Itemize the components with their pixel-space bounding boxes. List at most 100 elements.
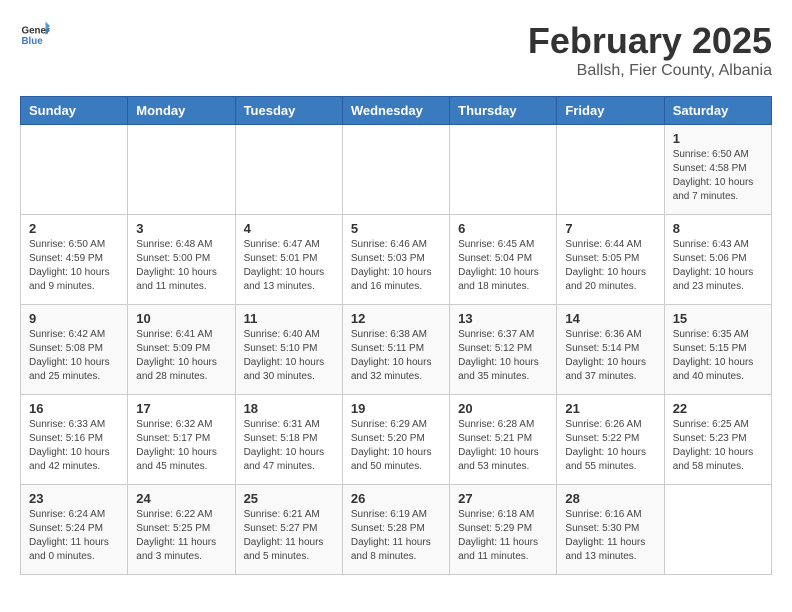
day-info: Sunrise: 6:28 AM Sunset: 5:21 PM Dayligh… [458, 418, 548, 474]
table-row [557, 125, 664, 215]
day-info: Sunrise: 6:18 AM Sunset: 5:29 PM Dayligh… [458, 508, 548, 564]
logo: General Blue [20, 20, 50, 50]
calendar-table: Sunday Monday Tuesday Wednesday Thursday… [20, 96, 772, 575]
day-number: 27 [458, 491, 548, 506]
header-monday: Monday [128, 97, 235, 125]
table-row [450, 125, 557, 215]
day-number: 26 [351, 491, 441, 506]
table-row [128, 125, 235, 215]
weekday-header-row: Sunday Monday Tuesday Wednesday Thursday… [21, 97, 772, 125]
day-info: Sunrise: 6:22 AM Sunset: 5:25 PM Dayligh… [136, 508, 226, 564]
day-info: Sunrise: 6:40 AM Sunset: 5:10 PM Dayligh… [244, 328, 334, 384]
table-row: 8Sunrise: 6:43 AM Sunset: 5:06 PM Daylig… [664, 215, 771, 305]
day-number: 16 [29, 401, 119, 416]
day-number: 28 [565, 491, 655, 506]
header-thursday: Thursday [450, 97, 557, 125]
table-row: 21 Sunrise: 6:26 AM Sunset: 5:22 PM Dayli… [557, 395, 664, 485]
week-row-4: 23Sunrise: 6:24 AM Sunset: 5:24 PM Dayli… [21, 485, 772, 575]
week-row-0: 1 Sunrise: 6:50 AM Sunset: 4:58 PM Daylig… [21, 125, 772, 215]
calendar-subtitle: Ballsh, Fier County, Albania [528, 62, 772, 80]
day-number: 19 [351, 401, 441, 416]
day-number: 20 [458, 401, 548, 416]
day-info: Sunrise: 6:32 AM Sunset: 5:17 PM Dayligh… [136, 418, 226, 474]
day-info: Sunrise: 6:47 AM Sunset: 5:01 PM Dayligh… [244, 238, 334, 294]
table-row: 17 Sunrise: 6:32 AM Sunset: 5:17 PM Dayli… [128, 395, 235, 485]
header-friday: Friday [557, 97, 664, 125]
table-row: 7 Sunrise: 6:44 AM Sunset: 5:05 PM Daylig… [557, 215, 664, 305]
table-row: 15 Sunrise: 6:35 AM Sunset: 5:15 PM Dayli… [664, 305, 771, 395]
day-info: Sunrise: 6:50 AM Sunset: 4:59 PM Dayligh… [29, 238, 119, 294]
day-number: 10 [136, 311, 226, 326]
table-row [342, 125, 449, 215]
day-info: Sunrise: 6:41 AM Sunset: 5:09 PM Dayligh… [136, 328, 226, 384]
day-info: Sunrise: 6:29 AM Sunset: 5:20 PM Dayligh… [351, 418, 441, 474]
table-row: 24 Sunrise: 6:22 AM Sunset: 5:25 PM Dayli… [128, 485, 235, 575]
page-header: General Blue February 2025 Ballsh, Fier … [20, 20, 772, 80]
day-info: Sunrise: 6:36 AM Sunset: 5:14 PM Dayligh… [565, 328, 655, 384]
day-number: 25 [244, 491, 334, 506]
day-number: 4 [244, 221, 334, 236]
day-number: 21 [565, 401, 655, 416]
day-number: 17 [136, 401, 226, 416]
header-wednesday: Wednesday [342, 97, 449, 125]
day-number: 15 [673, 311, 763, 326]
svg-text:Blue: Blue [22, 36, 44, 47]
day-info: Sunrise: 6:50 AM Sunset: 4:58 PM Dayligh… [673, 148, 763, 204]
day-info: Sunrise: 6:26 AM Sunset: 5:22 PM Dayligh… [565, 418, 655, 474]
day-number: 3 [136, 221, 226, 236]
table-row: 2 Sunrise: 6:50 AM Sunset: 4:59 PM Daylig… [21, 215, 128, 305]
day-number: 2 [29, 221, 119, 236]
week-row-2: 9Sunrise: 6:42 AM Sunset: 5:08 PM Daylig… [21, 305, 772, 395]
table-row: 27 Sunrise: 6:18 AM Sunset: 5:29 PM Dayli… [450, 485, 557, 575]
day-info: Sunrise: 6:46 AM Sunset: 5:03 PM Dayligh… [351, 238, 441, 294]
day-number: 13 [458, 311, 548, 326]
day-info: Sunrise: 6:21 AM Sunset: 5:27 PM Dayligh… [244, 508, 334, 564]
table-row: 4 Sunrise: 6:47 AM Sunset: 5:01 PM Daylig… [235, 215, 342, 305]
table-row: 13 Sunrise: 6:37 AM Sunset: 5:12 PM Dayli… [450, 305, 557, 395]
header-tuesday: Tuesday [235, 97, 342, 125]
day-info: Sunrise: 6:19 AM Sunset: 5:28 PM Dayligh… [351, 508, 441, 564]
day-number: 14 [565, 311, 655, 326]
day-info: Sunrise: 6:44 AM Sunset: 5:05 PM Dayligh… [565, 238, 655, 294]
week-row-3: 16 Sunrise: 6:33 AM Sunset: 5:16 PM Dayli… [21, 395, 772, 485]
day-number: 7 [565, 221, 655, 236]
day-info: Sunrise: 6:16 AM Sunset: 5:30 PM Dayligh… [565, 508, 655, 564]
day-number: 24 [136, 491, 226, 506]
table-row [21, 125, 128, 215]
table-row: 5Sunrise: 6:46 AM Sunset: 5:03 PM Daylig… [342, 215, 449, 305]
table-row: 26 Sunrise: 6:19 AM Sunset: 5:28 PM Dayli… [342, 485, 449, 575]
day-info: Sunrise: 6:31 AM Sunset: 5:18 PM Dayligh… [244, 418, 334, 474]
day-number: 22 [673, 401, 763, 416]
week-row-1: 2 Sunrise: 6:50 AM Sunset: 4:59 PM Daylig… [21, 215, 772, 305]
table-row [664, 485, 771, 575]
table-row: 9Sunrise: 6:42 AM Sunset: 5:08 PM Daylig… [21, 305, 128, 395]
table-row: 14 Sunrise: 6:36 AM Sunset: 5:14 PM Dayli… [557, 305, 664, 395]
day-info: Sunrise: 6:25 AM Sunset: 5:23 PM Dayligh… [673, 418, 763, 474]
day-info: Sunrise: 6:33 AM Sunset: 5:16 PM Dayligh… [29, 418, 119, 474]
table-row: 23Sunrise: 6:24 AM Sunset: 5:24 PM Dayli… [21, 485, 128, 575]
day-info: Sunrise: 6:38 AM Sunset: 5:11 PM Dayligh… [351, 328, 441, 384]
day-number: 6 [458, 221, 548, 236]
day-info: Sunrise: 6:42 AM Sunset: 5:08 PM Dayligh… [29, 328, 119, 384]
table-row: 1 Sunrise: 6:50 AM Sunset: 4:58 PM Daylig… [664, 125, 771, 215]
table-row: 19 Sunrise: 6:29 AM Sunset: 5:20 PM Dayli… [342, 395, 449, 485]
table-row: 11 Sunrise: 6:40 AM Sunset: 5:10 PM Dayli… [235, 305, 342, 395]
table-row: 28 Sunrise: 6:16 AM Sunset: 5:30 PM Dayli… [557, 485, 664, 575]
day-number: 12 [351, 311, 441, 326]
table-row: 16 Sunrise: 6:33 AM Sunset: 5:16 PM Dayli… [21, 395, 128, 485]
day-info: Sunrise: 6:35 AM Sunset: 5:15 PM Dayligh… [673, 328, 763, 384]
title-section: February 2025 Ballsh, Fier County, Alban… [528, 20, 772, 80]
day-number: 23 [29, 491, 119, 506]
day-info: Sunrise: 6:37 AM Sunset: 5:12 PM Dayligh… [458, 328, 548, 384]
day-number: 11 [244, 311, 334, 326]
logo-icon: General Blue [20, 20, 50, 50]
calendar-title: February 2025 [528, 20, 772, 62]
day-info: Sunrise: 6:43 AM Sunset: 5:06 PM Dayligh… [673, 238, 763, 294]
table-row: 3Sunrise: 6:48 AM Sunset: 5:00 PM Daylig… [128, 215, 235, 305]
table-row: 10 Sunrise: 6:41 AM Sunset: 5:09 PM Dayli… [128, 305, 235, 395]
header-sunday: Sunday [21, 97, 128, 125]
table-row: 25 Sunrise: 6:21 AM Sunset: 5:27 PM Dayli… [235, 485, 342, 575]
day-number: 18 [244, 401, 334, 416]
day-number: 1 [673, 131, 763, 146]
table-row: 12 Sunrise: 6:38 AM Sunset: 5:11 PM Dayli… [342, 305, 449, 395]
